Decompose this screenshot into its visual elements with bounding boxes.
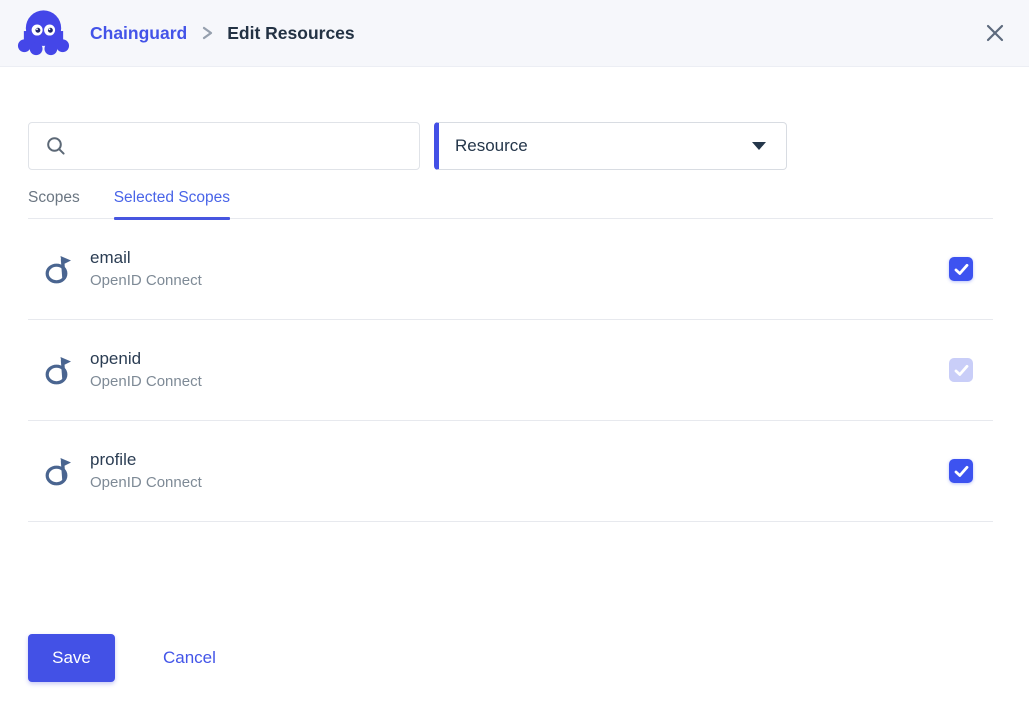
openid-connect-icon [44, 253, 74, 285]
scope-name: profile [90, 449, 202, 471]
tab-scopes[interactable]: Scopes [28, 188, 80, 218]
resource-dropdown-value: Resource [455, 136, 752, 156]
resource-dropdown[interactable]: Resource [434, 122, 787, 170]
scope-row-email: email OpenID Connect [28, 219, 993, 320]
dialog-header: Chainguard Edit Resources [0, 0, 1029, 67]
search-box[interactable] [28, 122, 420, 170]
scope-checkbox-email[interactable] [949, 257, 973, 281]
page-title: Edit Resources [227, 23, 354, 44]
chainguard-logo-icon [16, 7, 71, 59]
scope-row-profile: profile OpenID Connect [28, 421, 993, 522]
close-button[interactable] [979, 17, 1011, 49]
breadcrumb-brand-link[interactable]: Chainguard [90, 23, 187, 44]
checkmark-icon [954, 263, 969, 276]
search-input[interactable] [77, 123, 407, 169]
cancel-button[interactable]: Cancel [163, 648, 216, 668]
checkmark-icon [954, 465, 969, 478]
close-icon [985, 23, 1005, 43]
scope-list: email OpenID Connect openid [28, 219, 993, 522]
scope-provider: OpenID Connect [90, 473, 202, 493]
checkmark-icon [954, 364, 969, 377]
scope-provider: OpenID Connect [90, 271, 202, 291]
dialog-actions: Save Cancel [28, 634, 993, 682]
filter-row: Resource [28, 122, 993, 170]
scope-checkbox-profile[interactable] [949, 459, 973, 483]
openid-connect-icon [44, 354, 74, 386]
dialog-body: Resource Scopes Selected Scopes email [0, 122, 1029, 682]
scope-text: openid OpenID Connect [90, 348, 202, 392]
tab-selected-scopes[interactable]: Selected Scopes [114, 188, 230, 218]
scope-checkbox-openid [949, 358, 973, 382]
chevron-right-icon [200, 24, 214, 42]
scope-row-openid: openid OpenID Connect [28, 320, 993, 421]
scope-text: profile OpenID Connect [90, 449, 202, 493]
openid-connect-icon [44, 455, 74, 487]
chevron-down-icon [752, 142, 766, 150]
scope-name: openid [90, 348, 202, 370]
search-icon [45, 135, 67, 157]
scope-tabs: Scopes Selected Scopes [28, 188, 993, 219]
scope-provider: OpenID Connect [90, 372, 202, 392]
scope-text: email OpenID Connect [90, 247, 202, 291]
save-button[interactable]: Save [28, 634, 115, 682]
scope-name: email [90, 247, 202, 269]
